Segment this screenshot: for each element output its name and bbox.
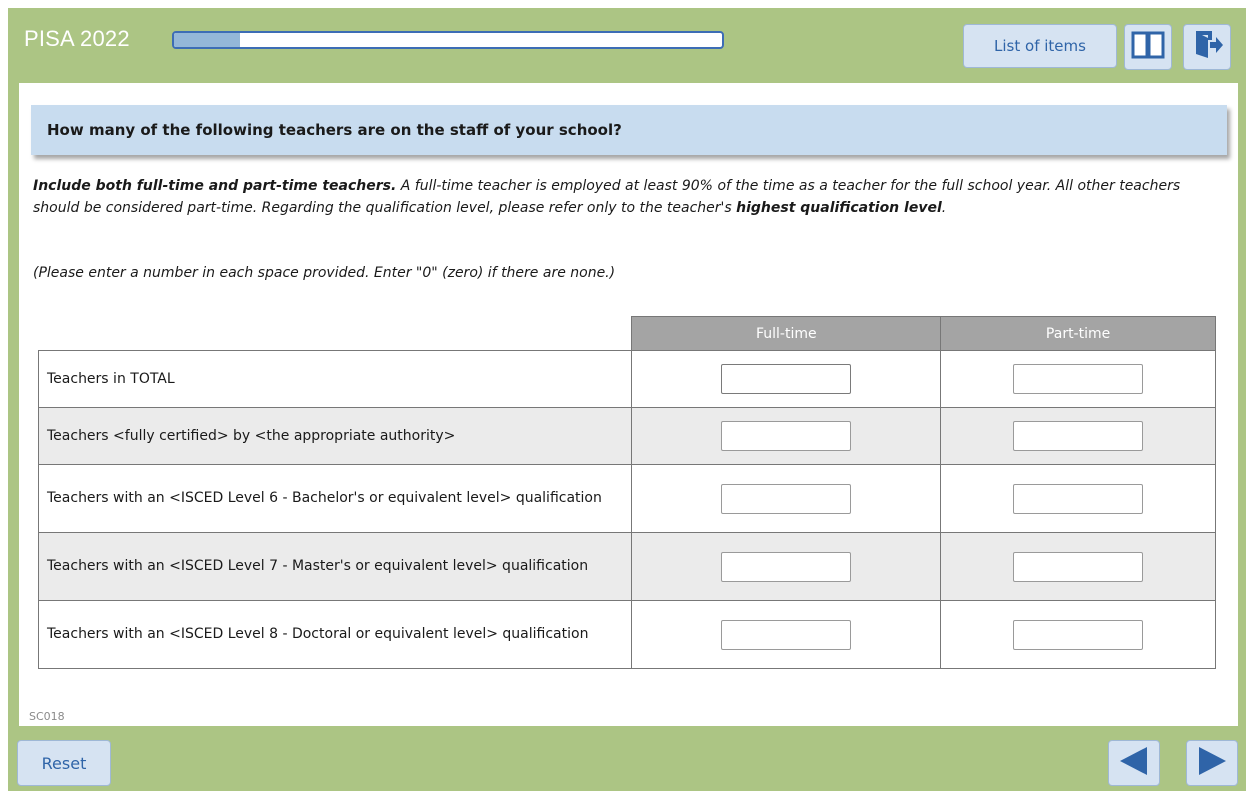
full-time-cell bbox=[631, 350, 942, 408]
content-panel: How many of the following teachers are o… bbox=[19, 83, 1238, 726]
full-time-cell bbox=[631, 600, 942, 669]
full-time-input-total[interactable] bbox=[721, 364, 852, 394]
question-title: How many of the following teachers are o… bbox=[47, 121, 622, 139]
column-header-full-time: Full-time bbox=[631, 316, 942, 351]
back-arrow-icon bbox=[1117, 744, 1151, 782]
full-time-cell bbox=[631, 464, 942, 533]
list-of-items-button[interactable]: List of items bbox=[963, 24, 1117, 68]
full-time-cell bbox=[631, 407, 942, 465]
reset-button[interactable]: Reset bbox=[17, 740, 111, 786]
row-label: Teachers <fully certified> by <the appro… bbox=[37, 407, 633, 465]
part-time-input-isced-6[interactable] bbox=[1013, 483, 1144, 514]
instructions-emphasis-2: highest qualification level bbox=[736, 200, 942, 216]
part-time-cell bbox=[940, 532, 1216, 601]
progress-bar bbox=[172, 31, 724, 49]
question-header: How many of the following teachers are o… bbox=[31, 105, 1227, 155]
full-time-input-isced-7[interactable] bbox=[721, 551, 852, 582]
instructions-text-2: . bbox=[941, 200, 947, 216]
entry-note: (Please enter a number in each space pro… bbox=[33, 265, 616, 281]
row-label: Teachers with an <ISCED Level 7 - Master… bbox=[37, 532, 633, 601]
previous-button[interactable] bbox=[1108, 740, 1160, 786]
table-row: Teachers with an <ISCED Level 8 - Doctor… bbox=[37, 600, 1216, 669]
part-time-input-isced-8[interactable] bbox=[1013, 619, 1144, 650]
part-time-input-total[interactable] bbox=[1013, 364, 1144, 394]
part-time-cell bbox=[940, 407, 1216, 465]
exit-icon bbox=[1190, 28, 1224, 66]
column-header-part-time: Part-time bbox=[940, 316, 1216, 351]
next-arrow-icon bbox=[1195, 744, 1229, 782]
row-label: Teachers with an <ISCED Level 8 - Doctor… bbox=[37, 600, 633, 669]
instructions-emphasis-1: Include both full-time and part-time tea… bbox=[33, 178, 397, 194]
item-code: SC018 bbox=[29, 710, 65, 723]
part-time-input-certified[interactable] bbox=[1013, 421, 1144, 451]
progress-fill bbox=[174, 33, 240, 47]
row-label: Teachers in TOTAL bbox=[37, 350, 633, 408]
header-blank bbox=[38, 316, 632, 351]
instructions: Include both full-time and part-time tea… bbox=[33, 175, 1213, 219]
table-row: Teachers with an <ISCED Level 7 - Master… bbox=[37, 532, 1216, 601]
next-button[interactable] bbox=[1186, 740, 1238, 786]
part-time-cell bbox=[940, 600, 1216, 669]
teachers-table: Full-time Part-time Teachers in TOTAL Te… bbox=[37, 316, 1216, 669]
part-time-cell bbox=[940, 464, 1216, 533]
exit-button[interactable] bbox=[1183, 24, 1231, 70]
full-time-input-isced-6[interactable] bbox=[721, 483, 852, 514]
row-label: Teachers with an <ISCED Level 6 - Bachel… bbox=[37, 464, 633, 533]
table-row: Teachers <fully certified> by <the appro… bbox=[37, 407, 1216, 465]
table-row: Teachers with an <ISCED Level 6 - Bachel… bbox=[37, 464, 1216, 533]
app-title: PISA 2022 bbox=[24, 26, 130, 51]
full-time-input-certified[interactable] bbox=[721, 421, 852, 451]
part-time-input-isced-7[interactable] bbox=[1013, 551, 1144, 582]
table-row: Teachers in TOTAL bbox=[37, 350, 1216, 408]
part-time-cell bbox=[940, 350, 1216, 408]
book-icon bbox=[1131, 30, 1165, 64]
full-time-input-isced-8[interactable] bbox=[721, 619, 852, 650]
book-button[interactable] bbox=[1124, 24, 1172, 70]
full-time-cell bbox=[631, 532, 942, 601]
